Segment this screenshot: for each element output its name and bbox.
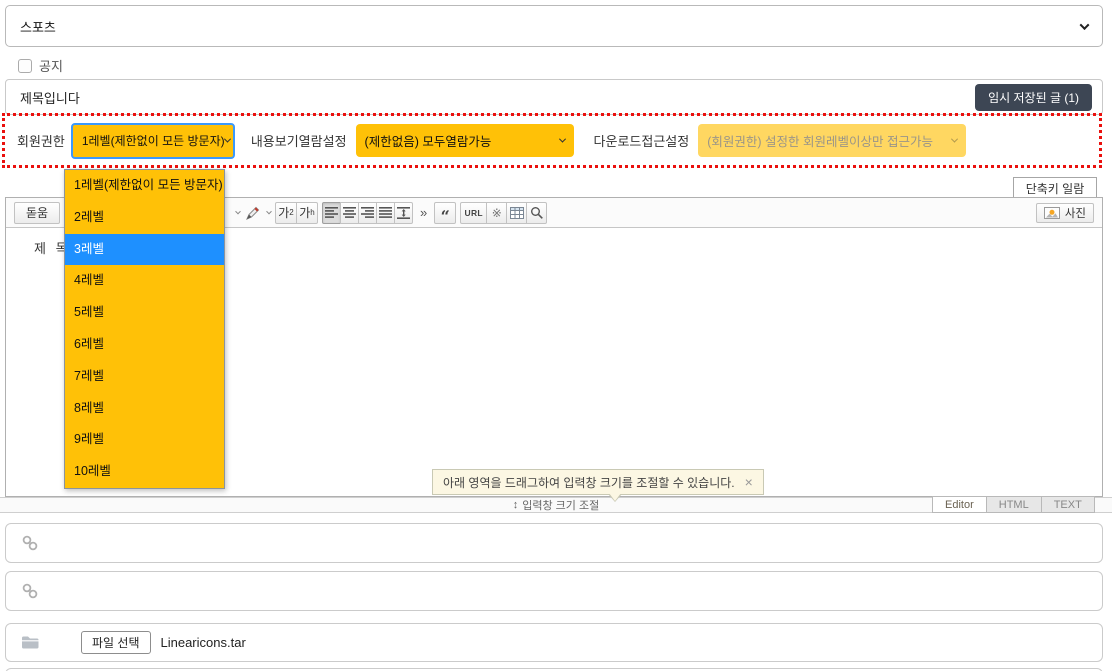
level-option-1[interactable]: 1레벨(제한없이 모든 방문자) — [65, 170, 224, 202]
download-setting-value: (회원권한) 설정한 회원레벨이상만 접근가능 — [707, 131, 933, 150]
folder-icon — [21, 635, 40, 650]
editor-mode-tabs: Editor HTML TEXT — [933, 496, 1095, 513]
attached-file-name: Linearicons.tar — [161, 635, 246, 650]
level-option-6[interactable]: 6레벨 — [65, 329, 224, 361]
level-option-8[interactable]: 8레벨 — [65, 393, 224, 425]
blockquote-button[interactable]: “ — [434, 202, 456, 224]
member-level-dropdown-list: 1레벨(제한없이 모든 방문자) 2레벨 3레벨 4레벨 5레벨 6레벨 7레벨… — [64, 169, 225, 489]
resize-label: 입력창 크기 조절 — [522, 497, 599, 513]
font-color-pen-icon[interactable] — [244, 205, 263, 220]
category-select[interactable]: 스포츠 — [5, 5, 1103, 47]
chevron-down-icon — [224, 136, 231, 143]
tab-editor[interactable]: Editor — [932, 496, 987, 513]
member-permission-select[interactable]: 1레벨(제한없이 모든 방문자) — [71, 123, 235, 159]
superscript-button[interactable]: 가2 — [275, 202, 297, 224]
chevron-down-icon — [951, 136, 958, 143]
subscript-button[interactable]: 가h — [296, 202, 318, 224]
font-family-button[interactable]: 돋움 — [14, 202, 60, 224]
permission-settings-row: 회원권한 1레벨(제한없이 모든 방문자) 내용보기열람설정 (제한없음) 모두… — [2, 113, 1102, 168]
more-tools-button[interactable]: » — [417, 205, 430, 220]
search-icon[interactable] — [526, 202, 547, 224]
post-write-form: 스포츠 공지 제목입니다 임시 저장된 글 (1) 회원권한 1레벨(제한없이 … — [0, 0, 1112, 671]
member-permission-label: 회원권한 — [17, 131, 65, 150]
chevron-down-icon — [1080, 20, 1090, 30]
tab-text[interactable]: TEXT — [1041, 496, 1095, 513]
download-setting-label: 다운로드접근설정 — [594, 131, 690, 150]
view-setting-select[interactable]: (제한없음) 모두열람가능 — [356, 124, 574, 157]
saved-draft-button[interactable]: 임시 저장된 글 (1) — [975, 84, 1092, 111]
font-size-group: 가2 가h — [275, 202, 318, 224]
tab-html[interactable]: HTML — [986, 496, 1042, 513]
align-center-icon[interactable] — [340, 202, 359, 224]
resize-hint-tooltip: 아래 영역을 드래그하여 입력창 크기를 조절할 수 있습니다. × — [432, 469, 764, 495]
file-select-button[interactable]: 파일 선택 — [81, 631, 151, 654]
link-icon — [21, 534, 39, 552]
tooltip-arrow — [609, 493, 621, 501]
link-input-1[interactable] — [5, 523, 1103, 563]
file-attach-row: 파일 선택 Linearicons.tar — [5, 623, 1103, 662]
view-setting-value: (제한없음) 모두열람가능 — [365, 131, 492, 150]
chevron-down-icon[interactable] — [266, 208, 272, 214]
line-height-icon[interactable] — [394, 202, 413, 224]
level-option-4[interactable]: 4레벨 — [65, 265, 224, 297]
insert-group: URL ※ — [460, 202, 547, 224]
level-option-7[interactable]: 7레벨 — [65, 361, 224, 393]
photo-icon — [1044, 207, 1060, 219]
insert-photo-button[interactable]: 사진 — [1036, 203, 1094, 223]
align-right-icon[interactable] — [358, 202, 377, 224]
link-input-2[interactable] — [5, 571, 1103, 611]
insert-table-icon[interactable] — [506, 202, 527, 224]
alignment-group — [322, 202, 413, 224]
align-left-icon[interactable] — [322, 202, 341, 224]
link-icon — [21, 582, 39, 600]
resize-arrows-icon: ↕ — [513, 499, 519, 511]
quote-icon: “ — [441, 208, 450, 217]
notice-row: 공지 — [18, 56, 63, 75]
notice-checkbox[interactable] — [18, 59, 32, 73]
level-option-3-highlighted[interactable]: 3레벨 — [65, 234, 224, 266]
url-link-button[interactable]: URL — [460, 202, 487, 224]
special-character-button[interactable]: ※ — [486, 202, 507, 224]
level-option-10[interactable]: 10레벨 — [65, 456, 224, 488]
close-icon[interactable]: × — [745, 475, 753, 489]
level-option-2[interactable]: 2레벨 — [65, 202, 224, 234]
chevron-down-icon — [558, 136, 565, 143]
level-option-9[interactable]: 9레벨 — [65, 424, 224, 456]
download-setting-select-disabled: (회원권한) 설정한 회원레벨이상만 접근가능 — [698, 124, 966, 157]
category-value: 스포츠 — [20, 17, 56, 36]
chevron-down-icon[interactable] — [235, 208, 241, 214]
level-option-5[interactable]: 5레벨 — [65, 297, 224, 329]
notice-label: 공지 — [39, 56, 63, 75]
view-setting-label: 내용보기열람설정 — [251, 131, 347, 150]
title-value: 제목입니다 — [20, 88, 80, 107]
tooltip-text: 아래 영역을 드래그하여 입력창 크기를 조절할 수 있습니다. — [443, 474, 735, 491]
photo-label: 사진 — [1065, 205, 1086, 221]
align-justify-icon[interactable] — [376, 202, 395, 224]
member-permission-value: 1레벨(제한없이 모든 방문자) — [82, 132, 225, 149]
title-input[interactable]: 제목입니다 임시 저장된 글 (1) — [5, 79, 1103, 115]
